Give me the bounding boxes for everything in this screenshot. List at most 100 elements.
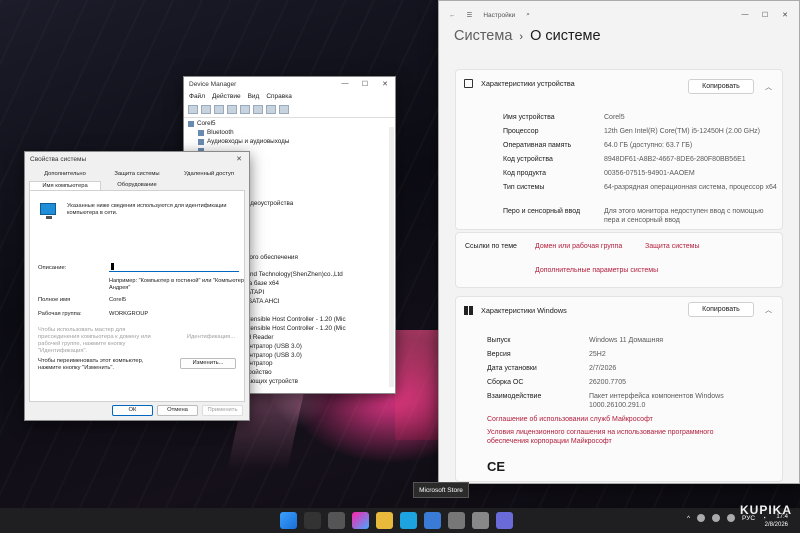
update-driver-icon[interactable]: [240, 105, 250, 114]
spec-key: Оперативная память: [503, 142, 572, 149]
tree-node[interactable]: Аудиовходы и аудиовыходы: [188, 138, 391, 147]
settings-app-title: Настройки: [483, 11, 516, 19]
copy-windows-button[interactable]: Копировать: [688, 302, 754, 317]
forward-icon[interactable]: [201, 105, 211, 114]
device-manager-titlebar[interactable]: Device Manager — ☐ ✕: [184, 77, 395, 91]
breadcrumb-current: О системе: [530, 28, 601, 44]
minimize-icon[interactable]: —: [335, 80, 355, 88]
tab-system-protection[interactable]: Защита системы: [101, 170, 173, 178]
menu-help[interactable]: Справка: [266, 93, 292, 100]
menu-file[interactable]: Файл: [189, 93, 205, 100]
scan-icon[interactable]: [279, 105, 289, 114]
store-icon[interactable]: [424, 512, 441, 529]
system-properties-dialog: Свойства системы ✕ Дополнительно Защита …: [24, 151, 250, 421]
settings-titlebar[interactable]: ← ☰ Настройки ⌕ — ☐ ✕: [439, 1, 799, 29]
start-icon[interactable]: [280, 512, 297, 529]
spec-key: Имя устройства: [503, 114, 555, 121]
scrollbar[interactable]: [389, 127, 394, 387]
tab-advanced[interactable]: Дополнительно: [29, 170, 101, 178]
info-icon: [464, 78, 473, 88]
tab-strip: Дополнительно Защита системы Удаленный д…: [25, 166, 249, 190]
services-agreement-link[interactable]: Соглашение об использовании служб Майкро…: [487, 415, 767, 424]
spec-value: 25H2: [589, 351, 606, 358]
apply-button[interactable]: Применить: [202, 405, 243, 416]
related-links-card: [455, 232, 783, 288]
clock-date: 2/8/2026: [764, 522, 788, 528]
domain-link[interactable]: Домен или рабочая группа: [535, 243, 622, 250]
related-links-label: Ссылки по теме: [465, 243, 517, 250]
copilot-icon[interactable]: [352, 512, 369, 529]
spec-value: 12th Gen Intel(R) Core(TM) i5-12450H (2.…: [604, 128, 760, 135]
computer-name-panel: Указанные ниже сведения используются для…: [29, 190, 245, 402]
toolbar: [184, 102, 395, 118]
chevron-up-icon[interactable]: ︿: [765, 305, 772, 315]
window-title: Device Manager: [189, 80, 237, 88]
tab-hardware[interactable]: Оборудование: [101, 181, 173, 190]
device-category-icon: [188, 121, 194, 128]
properties-icon[interactable]: [214, 105, 224, 114]
search-icon[interactable]: ⌕: [526, 11, 530, 19]
system-properties-icon[interactable]: [496, 512, 513, 529]
tree-node-label: Corel5: [197, 120, 216, 127]
windows-logo-icon: [464, 305, 473, 315]
device-manager-icon[interactable]: [472, 512, 489, 529]
spec-value: 8948DF61-A8B2-4667-8DE6-280F80BB56E1: [604, 156, 746, 163]
change-button[interactable]: Изменить...: [180, 358, 236, 369]
tree-node[interactable]: Bluetooth: [188, 129, 391, 138]
license-terms-link[interactable]: Условия лицензионного соглашения на испо…: [487, 428, 752, 446]
watermark-logo: KUPIKA: [739, 503, 792, 517]
ce-mark: CE: [487, 459, 506, 474]
rename-text: Чтобы переименовать этот компьютер, нажм…: [38, 358, 144, 371]
tab-computer-name[interactable]: Имя компьютера: [29, 181, 101, 190]
task-view-icon[interactable]: [328, 512, 345, 529]
dialog-titlebar[interactable]: Свойства системы ✕: [25, 152, 249, 166]
device-category-icon: [198, 139, 204, 146]
workgroup-value: WORKGROUP: [109, 311, 149, 317]
close-icon[interactable]: ✕: [375, 80, 395, 88]
spec-value: 64-разрядная операционная система, проце…: [604, 184, 777, 191]
advanced-settings-link[interactable]: Дополнительные параметры системы: [535, 267, 658, 274]
menu-view[interactable]: Вид: [248, 93, 260, 100]
full-name-label: Полное имя: [38, 297, 71, 303]
minimize-icon[interactable]: —: [735, 11, 755, 19]
file-explorer-icon[interactable]: [376, 512, 393, 529]
edge-icon[interactable]: [400, 512, 417, 529]
maximize-icon[interactable]: ☐: [755, 11, 775, 19]
network-icon[interactable]: [697, 514, 706, 522]
hamburger-icon[interactable]: ☰: [467, 11, 473, 19]
close-icon[interactable]: ✕: [775, 11, 795, 19]
description-example: Например: "Компьютер в гостиной" или "Ко…: [109, 278, 244, 291]
app-tray-icon[interactable]: [727, 514, 736, 522]
chevron-up-icon[interactable]: ︿: [765, 82, 772, 92]
ok-button[interactable]: ОК: [112, 405, 153, 416]
remove-icon[interactable]: [266, 105, 276, 114]
cancel-button[interactable]: Отмена: [157, 405, 198, 416]
maximize-icon[interactable]: ☐: [355, 80, 375, 88]
chevron-right-icon: ›: [519, 31, 524, 43]
cloud-icon[interactable]: [712, 514, 721, 522]
chevron-up-icon[interactable]: ^: [687, 515, 690, 522]
taskbar-tooltip: Microsoft Store: [413, 482, 469, 498]
search-icon[interactable]: [304, 512, 321, 529]
close-icon[interactable]: ✕: [229, 155, 249, 163]
spec-key: Код продукта: [503, 170, 547, 177]
system-protection-link[interactable]: Защита системы: [645, 243, 700, 250]
monitor-icon[interactable]: [253, 105, 263, 114]
dialog-footer: ОК Отмена Применить: [112, 405, 243, 416]
breadcrumb-parent[interactable]: Система: [454, 28, 512, 44]
back-icon[interactable]: [188, 105, 198, 114]
tab-remote[interactable]: Удаленный доступ: [173, 170, 245, 178]
menu-action[interactable]: Действие: [212, 93, 241, 100]
spec-key: Тип системы: [503, 184, 545, 191]
identify-button[interactable]: Идентификация...: [180, 332, 242, 343]
windows-specs-card: Характеристики Windows Копировать ︿: [455, 296, 783, 482]
spec-key: Взаимодействие: [487, 393, 542, 400]
spec-key: Процессор: [503, 128, 539, 135]
settings-icon[interactable]: [448, 512, 465, 529]
help-icon[interactable]: [227, 105, 237, 114]
back-arrow-icon[interactable]: ←: [449, 12, 456, 19]
copy-device-button[interactable]: Копировать: [688, 79, 754, 94]
dialog-title: Свойства системы: [30, 155, 87, 163]
description-input[interactable]: [109, 262, 239, 272]
tree-node[interactable]: Corel5: [188, 120, 391, 129]
